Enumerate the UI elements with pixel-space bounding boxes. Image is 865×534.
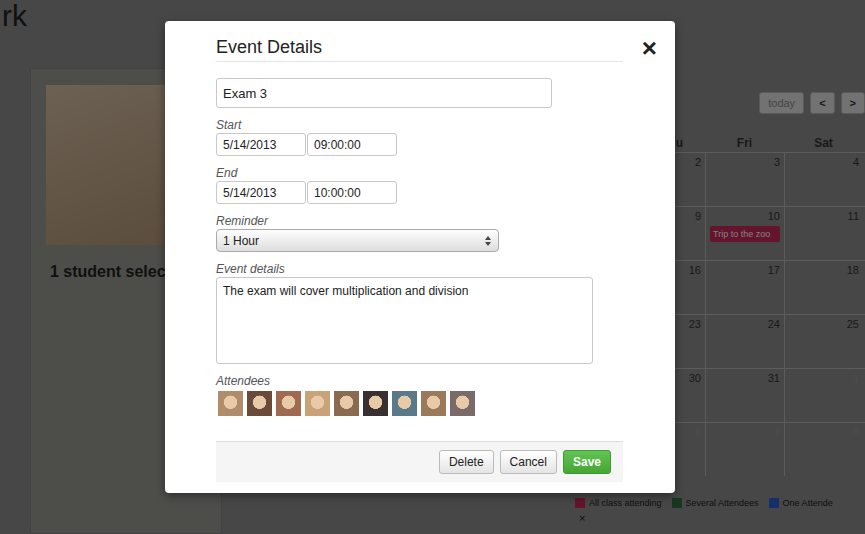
event-dialog: Event Details × Start End Reminder1 Hour Even…: [165, 21, 675, 493]
details-textarea[interactable]: The exam will cover multiplication and d…: [216, 277, 593, 364]
start-label: Start: [216, 118, 623, 133]
dialog-footer: DeleteCancelSave: [216, 441, 623, 482]
attendee-avatar[interactable]: [247, 391, 272, 416]
end-row: [216, 181, 623, 204]
attendee-avatar[interactable]: [363, 391, 388, 416]
dialog-header: Event Details: [216, 21, 623, 62]
dialog-button[interactable]: Save: [563, 450, 611, 474]
attendee-avatar[interactable]: [305, 391, 330, 416]
select-arrows-icon: [484, 235, 492, 247]
attendee-avatar[interactable]: [276, 391, 301, 416]
attendee-avatar[interactable]: [450, 391, 475, 416]
end-date-input[interactable]: [216, 181, 306, 204]
details-label: Event details: [216, 262, 623, 277]
page: rk1 student selectoday<>uFriSat234910Tri…: [0, 0, 865, 534]
close-button[interactable]: ×: [638, 33, 661, 63]
end-label: End: [216, 166, 623, 181]
reminder-select[interactable]: 1 Hour: [216, 229, 499, 252]
start-date-input[interactable]: [216, 133, 306, 156]
dialog-title: Event Details: [216, 36, 623, 58]
dialog-button[interactable]: Cancel: [500, 450, 557, 474]
attendees-label: Attendees: [216, 374, 623, 389]
attendee-list: [216, 391, 623, 416]
attendee-avatar[interactable]: [392, 391, 417, 416]
end-time-input[interactable]: [307, 181, 397, 204]
dialog-body: Start End Reminder1 Hour Event detailsThe e…: [216, 62, 623, 482]
event-name-input[interactable]: [216, 78, 552, 108]
dialog-button[interactable]: Delete: [439, 450, 494, 474]
attendee-avatar[interactable]: [334, 391, 359, 416]
start-time-input[interactable]: [307, 133, 397, 156]
reminder-label: Reminder: [216, 214, 623, 229]
attendee-avatar[interactable]: [218, 391, 243, 416]
start-row: [216, 133, 623, 156]
attendee-avatar[interactable]: [421, 391, 446, 416]
